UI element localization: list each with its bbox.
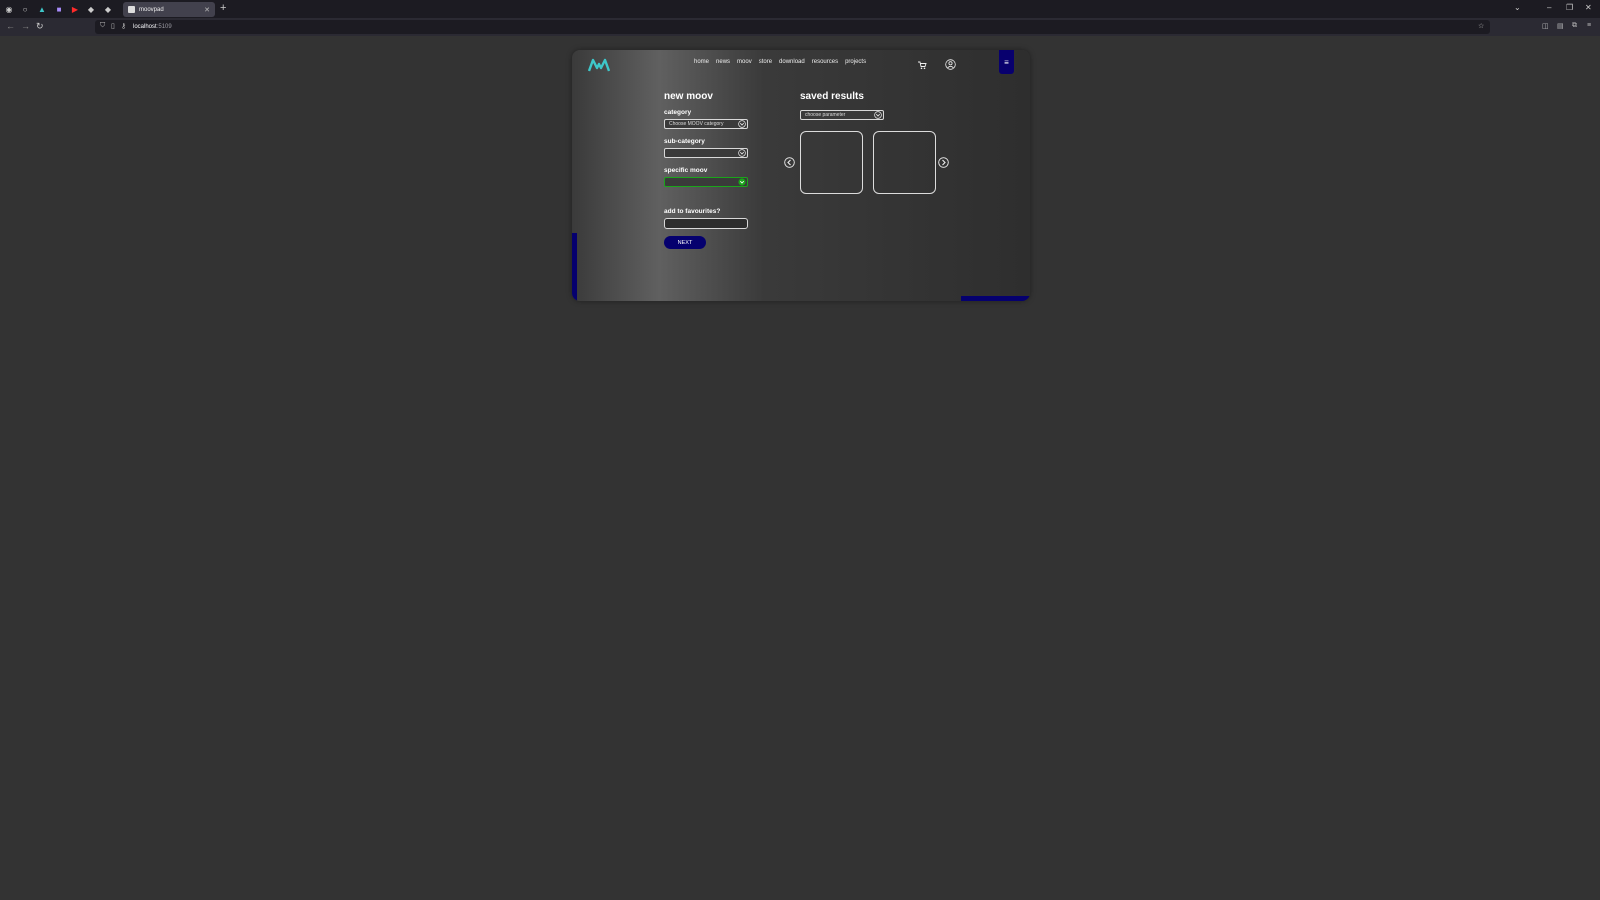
forward-icon[interactable]: → [21,21,30,31]
moovpad-logo-icon[interactable] [588,58,610,72]
saved-results-title: saved results [800,91,864,102]
category-select-value: Choose MOOV category [669,121,724,127]
pinned-tab-badge-icon[interactable]: ◆ [86,4,96,14]
pinned-tab-shield-icon[interactable]: ◉ [4,4,14,14]
close-window-icon[interactable]: ✕ [1585,3,1592,12]
category-label: category [664,109,692,116]
category-select[interactable]: Choose MOOV category [664,119,748,129]
bottom-accent-bar [961,296,1030,301]
cart-icon[interactable] [917,60,927,70]
browser-tab-bar: ◉ ○ ▲ ■ ▶ ◆ ◆ moovpad ✕ + ⌄ – ❐ ✕ [0,0,1600,18]
previous-arrow-icon[interactable] [784,157,795,168]
browser-toolbar: ← → ↻ ⛉ ▯ ⚷ localhost:5109 ☆ ◫ ▤ ⧉ ≡ [0,18,1600,36]
next-arrow-icon[interactable] [938,157,949,168]
favourites-label: add to favourites? [664,208,721,215]
favourites-input[interactable] [664,218,748,229]
restore-icon[interactable]: ❐ [1566,3,1573,12]
subcategory-select[interactable] [664,148,748,158]
url-field[interactable]: ⛉ ▯ ⚷ localhost:5109 ☆ [95,20,1490,34]
pinned-tab-badge-icon-2[interactable]: ◆ [103,4,113,14]
nav-moov[interactable]: moov [737,59,752,65]
chevron-down-icon [738,120,746,128]
parameter-select[interactable]: choose parameter [800,110,884,120]
nav-home[interactable]: home [694,59,709,65]
nav-projects[interactable]: projects [845,59,866,65]
tab-list-chevron-icon[interactable]: ⌄ [1514,3,1521,12]
page-favicon-icon [128,6,135,13]
pinned-tab-youtube-icon[interactable]: ▶ [70,4,80,14]
pinned-tab-github-icon[interactable]: ○ [20,4,30,14]
url-host: localhost [133,24,157,30]
back-icon[interactable]: ← [6,21,15,31]
pinned-tab-purple-app-icon[interactable]: ■ [54,4,64,14]
new-moov-title: new moov [664,91,713,102]
main-nav: home news moov store download resources … [694,59,866,65]
nav-store[interactable]: store [759,59,772,65]
new-tab-icon[interactable]: + [220,2,226,14]
key-icon[interactable]: ⚷ [121,22,126,30]
extensions-icon[interactable]: ⧉ [1572,22,1577,30]
page-info-icon[interactable]: ▯ [111,22,115,30]
subcategory-label: sub-category [664,138,705,145]
pinned-tab-moovpad-icon[interactable]: ▲ [37,4,47,14]
minimize-icon[interactable]: – [1547,3,1551,12]
menu-toggle-button[interactable]: ≡ [999,50,1014,74]
nav-news[interactable]: news [716,59,730,65]
left-accent-bar [572,233,577,301]
saved-result-card[interactable] [800,131,863,194]
url-port: :5109 [156,24,172,30]
reader-icon[interactable]: ▤ [1557,22,1564,30]
reload-icon[interactable]: ↻ [36,21,44,32]
saved-result-card[interactable] [873,131,936,194]
parameter-select-value: choose parameter [805,112,846,118]
tracking-shield-icon[interactable]: ⛉ [100,22,105,30]
tab-title: moovpad [139,6,164,13]
nav-download[interactable]: download [779,59,805,65]
specific-moov-label: specific moov [664,167,708,174]
active-browser-tab[interactable]: moovpad ✕ [123,2,215,17]
specific-moov-select[interactable] [664,177,748,187]
nav-resources[interactable]: resources [812,59,838,65]
chevron-down-icon [874,111,882,119]
chevron-down-icon [738,149,746,157]
app-card: ≡ home news moov store download resource… [572,50,1030,301]
hamburger-icon: ≡ [1004,57,1009,67]
close-tab-icon[interactable]: ✕ [204,6,210,14]
next-button[interactable]: NEXT [664,236,706,249]
pocket-icon[interactable]: ◫ [1542,22,1549,30]
bookmark-star-icon[interactable]: ☆ [1478,22,1484,30]
user-account-icon[interactable] [945,59,956,70]
app-menu-icon[interactable]: ≡ [1587,22,1591,29]
valid-check-icon [738,178,746,186]
